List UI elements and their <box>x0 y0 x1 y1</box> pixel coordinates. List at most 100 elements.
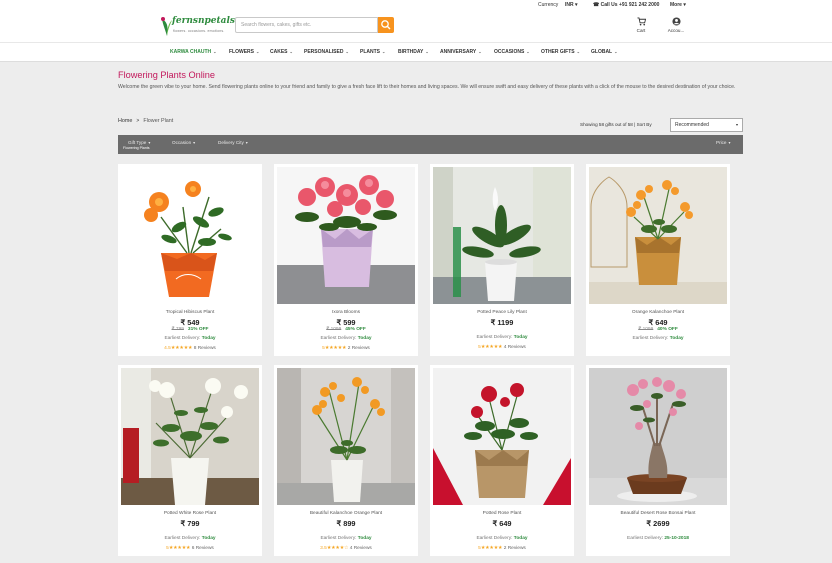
product-rating: 4.5★★★★★ 8 Reviews <box>118 346 262 351</box>
breadcrumb-home[interactable]: Home <box>118 118 132 124</box>
results-count: Showing 58 gifts out of 58 | Sort By <box>580 122 652 127</box>
account-button[interactable]: Accou... <box>664 17 688 33</box>
nav-item-occasions[interactable]: OCCASIONS ⌄ <box>494 49 530 55</box>
product-price: ₹ 899 <box>336 519 356 528</box>
phone-contact[interactable]: ☎ Call Us +91 921 242 2000 <box>593 2 659 8</box>
product-image-hibiscus[interactable] <box>121 167 259 304</box>
delivery-label: Earliest Delivery: <box>476 335 513 340</box>
breadcrumb: Home > Flower Plant <box>118 118 173 124</box>
nav-item-personalised[interactable]: PERSONALISED ⌄ <box>304 49 349 55</box>
product-image-desert-rose[interactable] <box>589 368 727 505</box>
brand-logo[interactable]: fernsnpetals flowers. occasions. emotion… <box>160 13 235 39</box>
product-card[interactable]: Tropical Hibiscus Plant ₹ 549 ₹ 799 31% O… <box>118 164 262 356</box>
chevron-down-icon: ⌄ <box>614 49 618 54</box>
product-price: ₹ 649 <box>492 519 512 528</box>
product-card[interactable]: Beautiful Desert Rose Bonsai Plant ₹ 269… <box>586 365 730 556</box>
currency-selector[interactable]: INR ▾ <box>565 2 578 8</box>
nav-label: PLANTS <box>360 49 380 55</box>
product-name[interactable]: Beautiful Desert Rose Bonsai Plant <box>586 511 730 516</box>
desert-rose-bonsai-image <box>589 368 727 505</box>
product-name[interactable]: Potted Rose Plant <box>430 511 574 516</box>
product-image-kalanchoe-orange[interactable] <box>277 368 415 505</box>
logo-tagline: flowers. occasions. emotions. <box>173 29 225 33</box>
product-name[interactable]: Potted White Rose Plant <box>118 511 262 516</box>
top-utility-bar: Currency INR ▾ ☎ Call Us +91 921 242 200… <box>0 0 832 10</box>
breadcrumb-separator: > <box>136 118 140 124</box>
product-image-kalanchoe[interactable] <box>589 167 727 304</box>
nav-item-plants[interactable]: PLANTS ⌄ <box>360 49 385 55</box>
filter-price[interactable]: Price ▾ <box>716 140 730 145</box>
chevron-down-icon: ⌄ <box>425 49 429 54</box>
user-icon <box>671 17 681 26</box>
chevron-down-icon: ▾ <box>193 140 196 145</box>
ixora-plant-image <box>277 167 415 304</box>
chevron-down-icon: ▾ <box>245 140 248 145</box>
product-image-ixora[interactable] <box>277 167 415 304</box>
delivery-label: Earliest Delivery: <box>632 336 669 341</box>
account-label: Accou... <box>667 28 685 33</box>
search-icon <box>381 20 391 30</box>
star-icon: ★★★★☆ <box>326 546 349 551</box>
chevron-down-icon: ⌄ <box>256 49 260 54</box>
product-delivery: Earliest Delivery: Today <box>274 536 418 541</box>
product-price: ₹ 1199 <box>490 318 514 327</box>
star-icon: ★★★★★ <box>170 346 193 351</box>
sort-dropdown[interactable]: Recommended ▾ <box>670 118 743 132</box>
product-image-rose[interactable] <box>433 368 571 505</box>
page-description: Welcome the green vibe to your home. Sen… <box>118 84 736 90</box>
review-count[interactable]: 4 Reviews <box>350 546 372 551</box>
cart-button[interactable]: Cart <box>629 17 653 33</box>
product-name[interactable]: Ixora Blooms <box>274 310 418 315</box>
nav-label: PERSONALISED <box>304 49 344 55</box>
delivery-value: Today <box>357 536 372 541</box>
search-button[interactable] <box>378 17 394 33</box>
filter-gift-type-value: Flowering Plants <box>123 146 150 150</box>
product-image-peace-lily[interactable] <box>433 167 571 304</box>
filter-gift-type[interactable]: Gift Type ▾ <box>128 140 150 145</box>
nav-item-birthday[interactable]: BIRTHDAY ⌄ <box>398 49 429 55</box>
product-name[interactable]: Beautiful Kalanchoe Orange Plant <box>274 511 418 516</box>
product-image-white-rose[interactable] <box>121 368 259 505</box>
discount-badge: 31% OFF <box>187 327 209 332</box>
chevron-down-icon: ⌄ <box>289 49 293 54</box>
discount-badge: 40% OFF <box>657 327 678 332</box>
nav-item-other-gifts[interactable]: OTHER GIFTS ⌄ <box>541 49 580 55</box>
filter-delivery-city[interactable]: Delivery City ▾ <box>218 140 248 145</box>
product-card[interactable]: Potted Peace Lily Plant ₹ 1199 Earliest … <box>430 164 574 356</box>
product-name[interactable]: Orange Kalanchoe Plant <box>586 310 730 315</box>
product-price: ₹ 799 <box>180 519 200 528</box>
filter-label: Occasion <box>172 140 192 145</box>
nav-item-flowers[interactable]: FLOWERS ⌄ <box>229 49 259 55</box>
chevron-down-icon: ▾ <box>148 140 151 145</box>
nav-item-karwa-chauth[interactable]: KARWA CHAUTH ⌄ <box>170 49 216 55</box>
product-card[interactable]: Beautiful Kalanchoe Orange Plant ₹ 899 E… <box>274 365 418 556</box>
review-count[interactable]: 6 Reviews <box>192 546 214 551</box>
more-menu[interactable]: More ▾ <box>670 2 686 8</box>
nav-item-global[interactable]: GLOBAL ⌄ <box>591 49 617 55</box>
product-rating: 5★★★★★ 2 Reviews <box>274 346 418 351</box>
product-card[interactable]: Potted White Rose Plant ₹ 799 Earliest D… <box>118 365 262 556</box>
review-count[interactable]: 8 Reviews <box>194 346 216 351</box>
search-input[interactable] <box>235 17 378 33</box>
chevron-down-icon: ▾ <box>735 122 738 127</box>
review-count[interactable]: 2 Reviews <box>348 346 370 351</box>
strike-price: ₹ 799 <box>171 327 184 332</box>
product-card[interactable]: Orange Kalanchoe Plant ₹ 649 ₹ 1099 40% O… <box>586 164 730 356</box>
nav-item-anniversary[interactable]: ANNIVERSARY ⌄ <box>440 49 482 55</box>
nav-item-cakes[interactable]: CAKES ⌄ <box>270 49 293 55</box>
review-count[interactable]: 4 Reviews <box>504 345 526 350</box>
delivery-value: 25-10-2018 <box>664 536 689 541</box>
review-count[interactable]: 2 Reviews <box>504 546 526 551</box>
product-card[interactable]: Potted Rose Plant ₹ 649 Earliest Deliver… <box>430 365 574 556</box>
product-delivery: Earliest Delivery: Today <box>430 335 574 340</box>
product-name[interactable]: Potted Peace Lily Plant <box>430 310 574 315</box>
chevron-down-icon: ▾ <box>728 140 731 145</box>
chevron-down-icon: ▾ <box>575 2 578 8</box>
product-card[interactable]: Ixora Blooms ₹ 599 ₹ 1099 45% OFF Earlies… <box>274 164 418 356</box>
product-delivery: Earliest Delivery: Today <box>274 336 418 341</box>
filter-occasion[interactable]: Occasion ▾ <box>172 140 195 145</box>
delivery-value: Today <box>201 336 216 341</box>
product-name[interactable]: Tropical Hibiscus Plant <box>118 310 262 315</box>
strike-price: ₹ 1099 <box>326 327 342 332</box>
chevron-down-icon: ⌄ <box>345 49 349 54</box>
